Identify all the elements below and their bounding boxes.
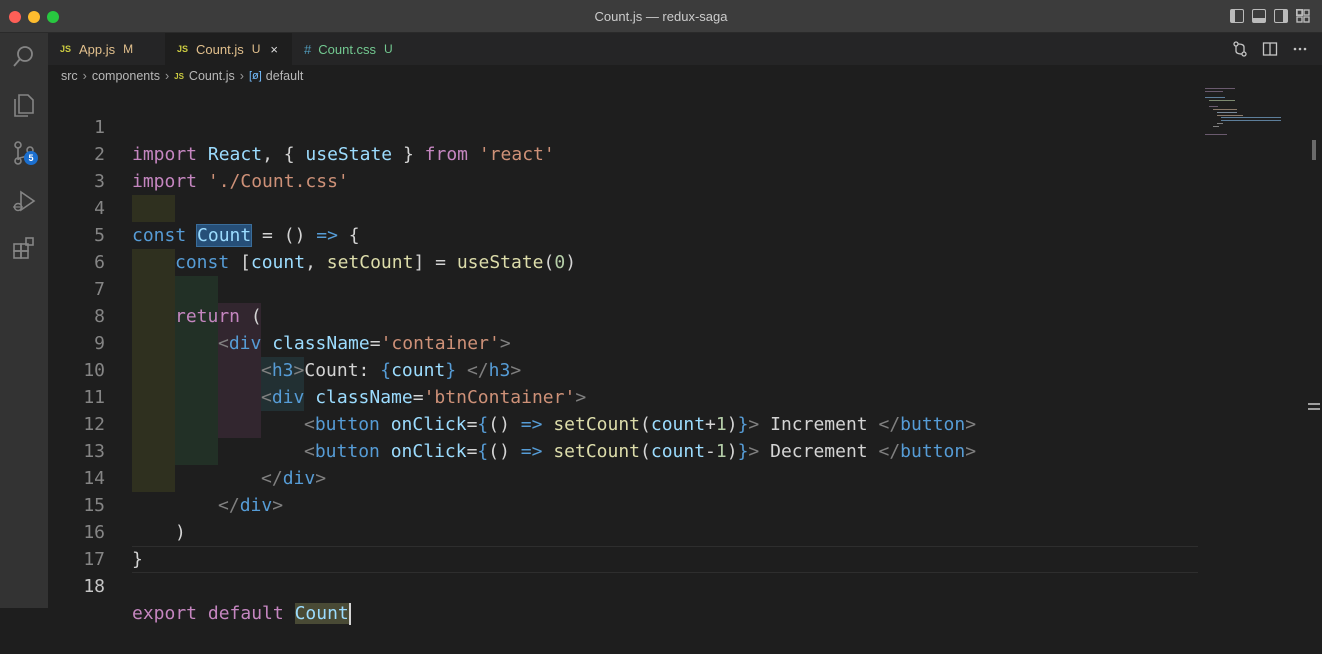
minimap[interactable] [1205, 87, 1305, 138]
tab-label: App.js [79, 41, 116, 57]
code-line: 9 <h3>Count: {count} </h3> [48, 303, 1198, 381]
scrollbar-marker [1308, 408, 1320, 410]
more-actions-icon[interactable] [1292, 41, 1308, 61]
activity-bar: 5 [0, 33, 48, 608]
tab-label: Count.css [318, 41, 377, 57]
code-line: 3 [48, 141, 1198, 192]
code-editor[interactable]: 1 import React, { useState } from 'react… [48, 87, 1198, 625]
tab-untracked-indicator: U [251, 42, 261, 56]
scrollbar-thumb[interactable] [1312, 140, 1316, 160]
layout-controls [1230, 9, 1310, 23]
code-line: 15 ) [48, 465, 1198, 543]
javascript-file-icon: JS [174, 71, 184, 81]
code-line: 11 <button onClick={() => setCount(count… [48, 357, 1198, 435]
extensions-icon[interactable] [10, 235, 38, 263]
tab-untracked-indicator: U [384, 42, 393, 56]
symbol-variable-icon: [ø] [248, 70, 262, 82]
javascript-file-icon: JS [60, 44, 72, 54]
text-cursor [348, 603, 351, 625]
search-icon[interactable] [10, 43, 38, 71]
breadcrumb: src › components › JS Count.js › [ø] def… [48, 65, 1322, 87]
code-line: 12 <button onClick={() => setCount(count… [48, 384, 1198, 462]
tab-modified-indicator: M [123, 42, 134, 56]
code-line: 10 <div className='btnContainer'> [48, 330, 1198, 408]
run-debug-icon[interactable] [10, 187, 38, 215]
open-changes-icon[interactable] [1232, 41, 1248, 61]
code-line: 7 return ( [48, 249, 1198, 327]
tab-count-css[interactable]: # Count.css U [292, 33, 422, 65]
code-line: 4 const Count = () => { [48, 168, 1198, 247]
tab-label: Count.js [196, 41, 244, 57]
customize-layout-icon[interactable] [1296, 9, 1310, 23]
editor-actions [1232, 41, 1308, 61]
toggle-primary-sidebar-icon[interactable] [1230, 9, 1244, 23]
chevron-right-icon: › [82, 69, 87, 83]
tab-app-js[interactable]: JS App.js M [48, 33, 165, 65]
code-line: 5 const [count, setCount] = useState(0) [48, 195, 1198, 273]
explorer-icon[interactable] [10, 91, 38, 119]
javascript-file-icon: JS [177, 44, 189, 54]
toggle-secondary-sidebar-icon[interactable] [1274, 9, 1288, 23]
code-line: 17 [48, 519, 1198, 570]
toggle-panel-icon[interactable] [1252, 9, 1266, 23]
code-line: 16 } [48, 492, 1198, 570]
css-file-icon: # [304, 41, 312, 57]
source-control-badge: 5 [24, 151, 38, 165]
breadcrumb-symbol[interactable]: default [266, 69, 304, 83]
code-line: 6 [48, 222, 1198, 273]
breadcrumb-src[interactable]: src [61, 69, 78, 83]
editor-tab-bar: JS App.js M JS Count.js U × # Count.css … [48, 33, 1322, 65]
window-title: Count.js — redux-saga [594, 9, 728, 24]
code-line: 18 export default Count [48, 546, 1198, 625]
scrollbar-marker [1308, 403, 1320, 405]
chevron-right-icon: › [164, 69, 170, 83]
chevron-right-icon: › [239, 69, 244, 83]
code-line: 2 import './Count.css' [48, 114, 1198, 192]
split-editor-icon[interactable] [1262, 41, 1278, 61]
code-line: 13 </div> [48, 411, 1198, 489]
title-bar: Count.js — redux-saga [0, 0, 1322, 33]
code-line: 8 <div className='container'> [48, 276, 1198, 354]
vertical-scrollbar[interactable] [1306, 87, 1322, 608]
tab-count-js[interactable]: JS Count.js U × [165, 33, 292, 65]
close-tab-icon[interactable]: × [270, 42, 278, 57]
breadcrumb-file[interactable]: Count.js [189, 69, 235, 83]
code-line: 1 import React, { useState } from 'react… [48, 87, 1198, 165]
code-line: 14 </div> [48, 438, 1198, 516]
line-number: 18 [83, 576, 105, 597]
breadcrumb-components[interactable]: components [92, 69, 160, 83]
